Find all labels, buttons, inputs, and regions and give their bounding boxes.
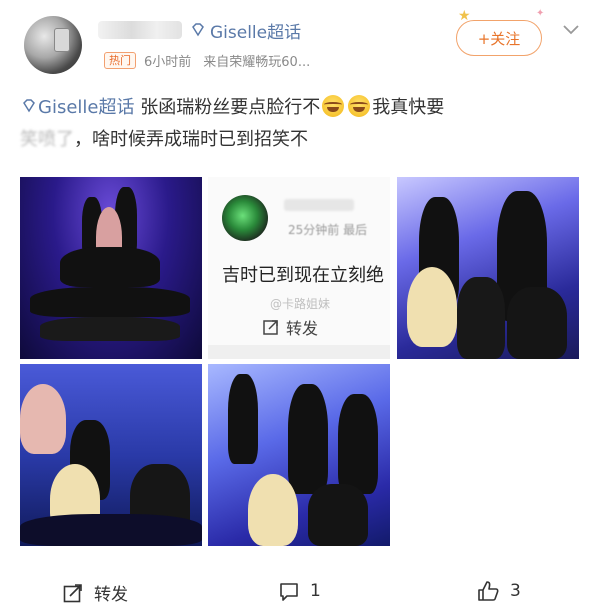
post-image-5[interactable] [208, 364, 390, 546]
username-row: Giselle超话 [98, 18, 301, 43]
repost-icon [263, 320, 278, 335]
blurred-text: 笑喷了 [20, 129, 74, 150]
avatar [222, 195, 268, 241]
figure [248, 474, 298, 546]
watermark: @卡路姐妹 [270, 297, 331, 311]
post-line1: 张函瑞粉丝要点脸行不 [140, 97, 321, 118]
diamond-icon [192, 23, 204, 37]
post-source: 来自荣耀畅玩60... [203, 55, 311, 70]
meta-row: 热门 6小时前 来自荣耀畅玩60... [104, 51, 310, 70]
thumbs-up-icon [478, 581, 499, 601]
comment-icon [280, 583, 298, 601]
screenshot-repost: 转发 [262, 315, 318, 339]
figure [20, 514, 202, 546]
repost-icon [63, 583, 82, 602]
figure [228, 374, 258, 464]
figure [288, 384, 328, 494]
topic-name[interactable]: Giselle超话 [210, 18, 301, 43]
figure [338, 394, 378, 494]
comment-button[interactable]: 1 [278, 580, 321, 602]
figure [30, 287, 190, 317]
post-image-1[interactable] [20, 177, 202, 359]
repost-button[interactable]: 转发 [62, 580, 128, 605]
post-image-3[interactable] [397, 177, 579, 359]
repost-label: 转发 [94, 585, 128, 605]
diamond-icon [23, 99, 35, 113]
screenshot-meta: 25分钟前 最后 [288, 223, 368, 237]
figure [60, 247, 160, 287]
like-count: 3 [510, 581, 521, 601]
post-line1-tail: 我真快要 [372, 97, 445, 118]
like-button[interactable]: 3 [476, 580, 521, 602]
laugh-cry-emoji [348, 95, 371, 117]
phone-shape [54, 28, 70, 52]
figure [407, 267, 457, 347]
laugh-cry-emoji [322, 95, 345, 117]
screenshot-text: 吉时已到现在立刻绝 [222, 265, 384, 286]
blurred-username[interactable] [98, 21, 182, 39]
figure [507, 287, 567, 359]
divider [208, 345, 390, 359]
sparkle-icon: ✦ [536, 8, 545, 19]
figure [40, 317, 180, 341]
figure [308, 484, 368, 546]
figure [457, 277, 505, 359]
screenshot-repost-label: 转发 [286, 319, 319, 338]
comment-count: 1 [310, 581, 321, 601]
topic-link[interactable]: Giselle超话 [38, 97, 134, 118]
action-bar: 转发 1 3 [0, 566, 600, 616]
post-text: Giselle超话 张函瑞粉丝要点脸行不 我真快要 笑喷了，啥时候弄成瑞时已到招笑… [20, 92, 580, 156]
chevron-down-icon[interactable] [562, 22, 580, 36]
post-image-2-screenshot[interactable]: 25分钟前 最后 吉时已到现在立刻绝 @卡路姐妹 转发 [208, 177, 390, 359]
figure [20, 384, 66, 454]
post-line2: ，啥时候弄成瑞时已到招笑不 [74, 129, 308, 150]
hot-badge: 热门 [104, 52, 136, 69]
post-time: 6小时前 [144, 55, 192, 70]
blurred-username [284, 199, 354, 211]
follow-button[interactable]: +关注 [456, 20, 542, 56]
post-image-4[interactable] [20, 364, 202, 546]
avatar[interactable] [24, 16, 82, 74]
